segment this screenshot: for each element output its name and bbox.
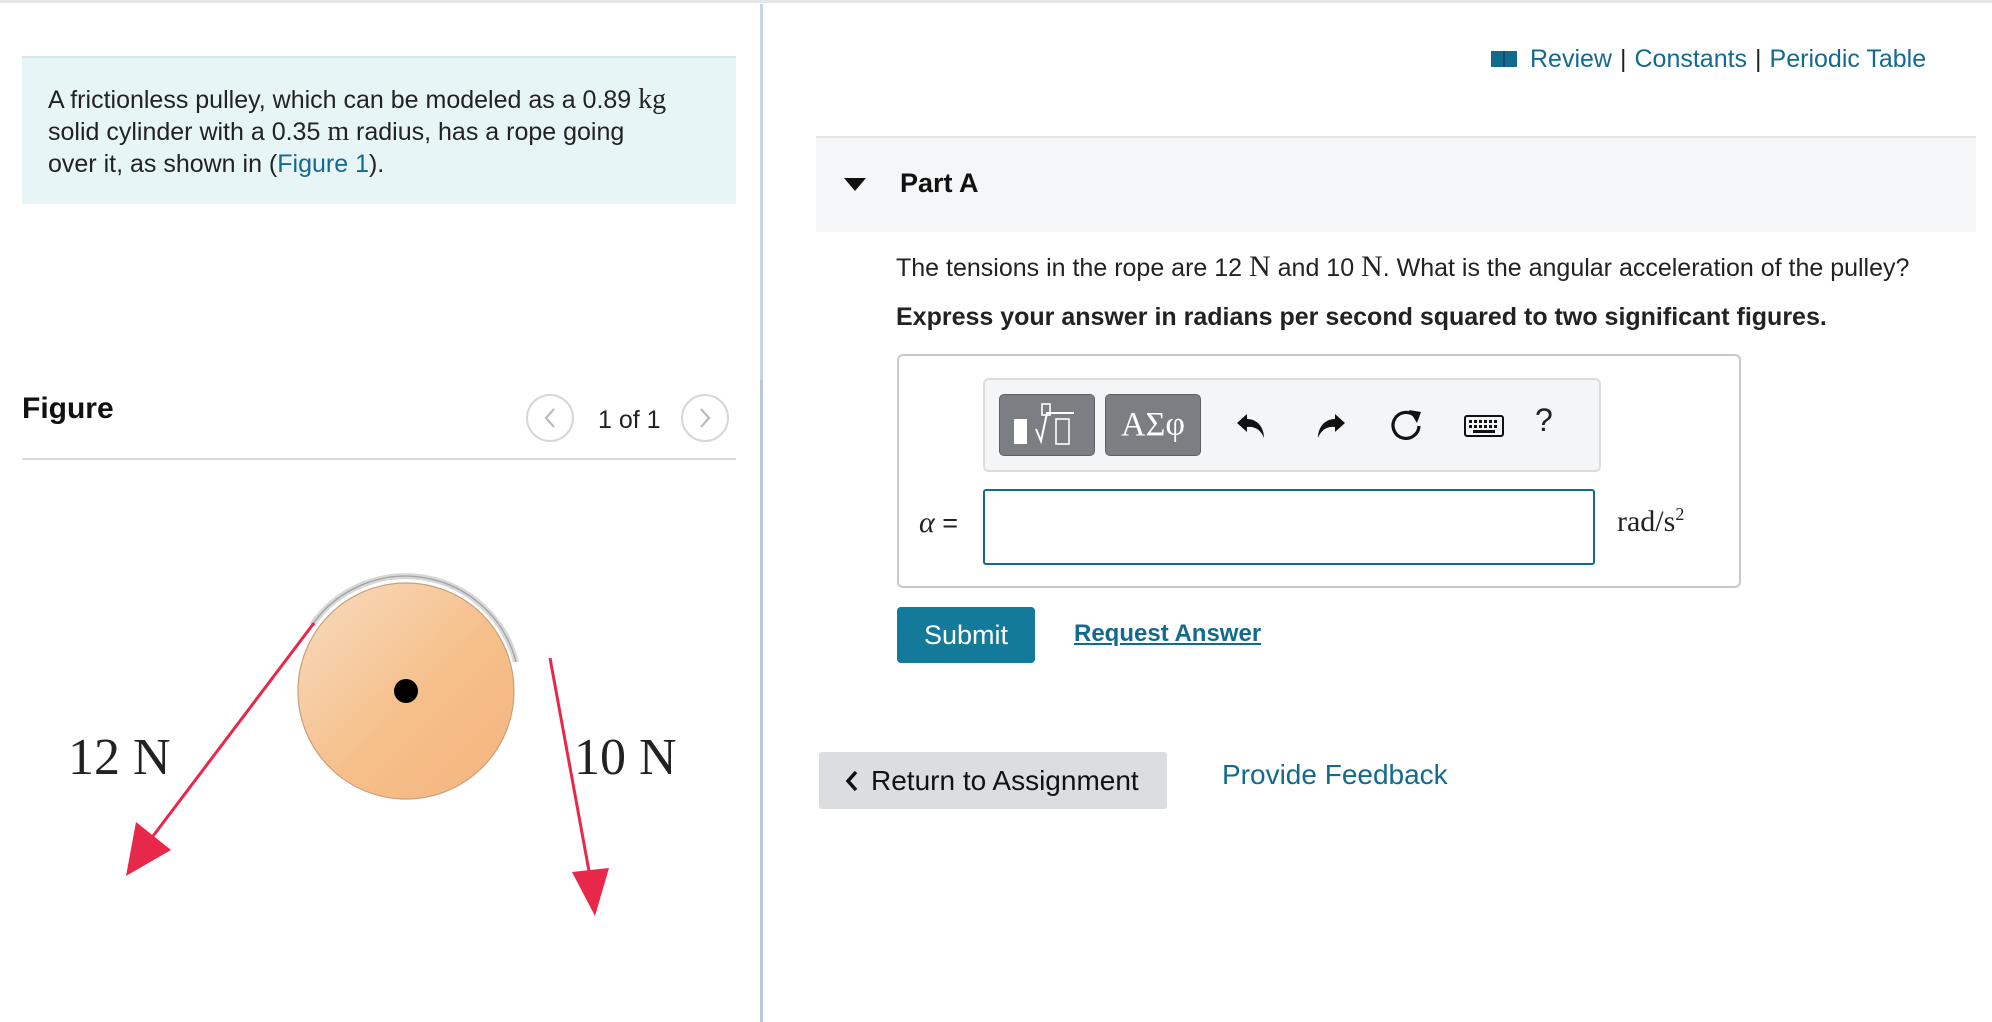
variable-label: α = [919,506,958,540]
answer-input[interactable] [983,489,1595,565]
help-button[interactable]: ? [1535,402,1553,439]
request-answer-link[interactable]: Request Answer [1074,620,1261,648]
periodic-table-link[interactable]: Periodic Table [1770,45,1927,74]
problem-text: solid cylinder with a 0.35 [48,118,328,146]
part-title: Part A [900,168,979,198]
question-segment: . What is the angular acceleration of th… [1382,254,1910,282]
alpha-symbol: α [919,506,935,539]
chevron-left-icon [845,770,858,792]
figure-prev-button[interactable] [526,394,574,442]
unit-n: N [1249,250,1271,283]
unit-base: rad/s [1617,505,1676,538]
question-segment: and 10 [1270,254,1362,282]
submit-button[interactable]: Submit [897,607,1035,663]
figure-title: Figure [22,392,114,425]
resource-links: Review | Constants | Periodic Table [1490,42,1926,76]
equals-sign: = [934,508,959,538]
templates-button[interactable] [999,394,1095,456]
templates-icon [1014,403,1074,445]
review-link[interactable]: Review [1530,45,1612,74]
undo-icon[interactable] [1233,406,1271,444]
pulley-axle [394,679,418,703]
answer-box: ΑΣφ ? α = rad/s2 [897,354,1741,588]
chevron-right-icon [700,408,711,428]
reset-icon[interactable] [1387,406,1425,444]
provide-feedback-link[interactable]: Provide Feedback [1222,759,1448,791]
problem-text: ). [368,150,385,178]
figure-page-indicator: 1 of 1 [598,406,661,434]
unit-m: m [327,116,350,147]
figure-header: Figure 1 of 1 [22,386,736,460]
symbols-button[interactable]: ΑΣφ [1105,394,1201,456]
panel-divider-scroll [760,380,763,1022]
unit-exponent: 2 [1675,504,1685,524]
top-rule [0,0,1992,3]
link-separator: | [1755,44,1762,73]
problem-text: A frictionless pulley, which can be mode… [48,86,639,114]
tension-label-left: 12 N [68,729,171,786]
problem-text: radius, has a rope going [349,118,625,146]
math-toolbar: ΑΣφ ? [983,378,1601,472]
tension-label-right: 10 N [574,729,677,786]
caret-down-icon[interactable] [844,178,866,191]
problem-text: over it, as shown in ( [48,150,278,178]
tension-arrow-right [548,657,609,916]
redo-icon[interactable] [1311,406,1349,444]
keyboard-icon[interactable] [1463,406,1505,444]
answer-instruction: Express your answer in radians per secon… [896,303,1827,331]
question-segment: The tensions in the rope are 12 [896,254,1250,282]
return-to-assignment-button[interactable]: Return to Assignment [819,752,1167,809]
book-icon [1491,51,1517,67]
link-separator: | [1619,44,1627,73]
chevron-left-icon [544,408,555,428]
unit-n: N [1361,250,1383,283]
constants-link[interactable]: Constants [1634,45,1747,74]
part-a-header[interactable]: Part A [816,136,1976,232]
return-label: Return to Assignment [871,765,1139,796]
figure-next-button[interactable] [681,394,729,442]
figure-link[interactable]: Figure 1 [277,150,369,178]
answer-unit: rad/s2 [1617,504,1684,539]
problem-statement: A frictionless pulley, which can be mode… [22,56,736,204]
unit-kg: kg [638,84,667,115]
question-text: The tensions in the rope are 12 N and 10… [896,250,1909,284]
